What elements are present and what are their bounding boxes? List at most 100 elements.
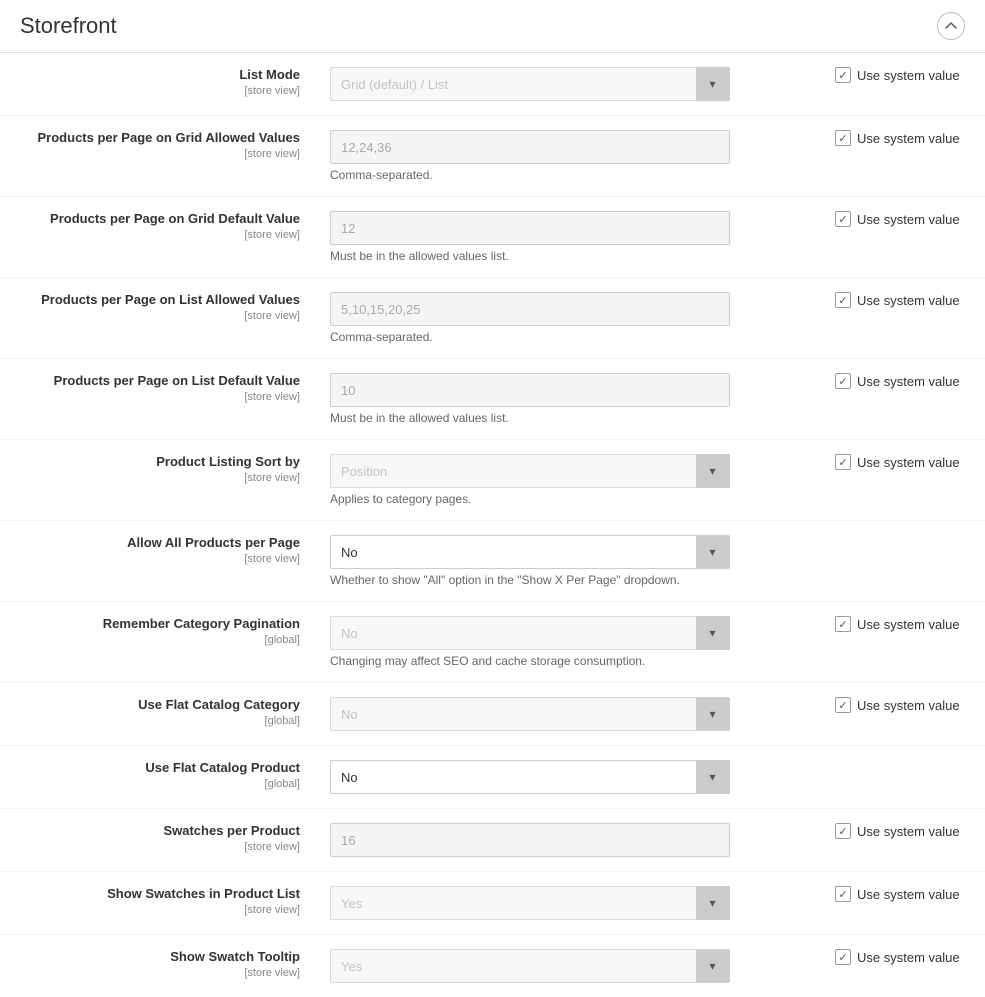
checkbox-products-per-page-list-default[interactable] bbox=[835, 373, 851, 389]
system-value-text-products-per-page-grid-allowed: Use system value bbox=[857, 131, 960, 146]
settings-row-swatches-per-product: Swatches per Product[store view] Use sys… bbox=[0, 809, 985, 872]
system-value-cell-show-swatches-in-product-list: Use system value bbox=[825, 872, 985, 935]
label-cell-product-listing-sort-by: Product Listing Sort by[store view] bbox=[0, 440, 320, 521]
system-value-label-product-listing-sort-by[interactable]: Use system value bbox=[835, 454, 965, 470]
control-cell-product-listing-sort-by: PositionNamePrice ▾ Applies to category … bbox=[320, 440, 825, 521]
label-main-use-flat-catalog-product: Use Flat Catalog Product bbox=[20, 760, 300, 775]
control-cell-products-per-page-list-allowed: Comma-separated. bbox=[320, 278, 825, 359]
label-cell-products-per-page-grid-allowed: Products per Page on Grid Allowed Values… bbox=[0, 116, 320, 197]
label-cell-show-swatches-in-product-list: Show Swatches in Product List [store view… bbox=[0, 872, 320, 935]
select-wrap-show-swatches-in-product-list: YesNo ▾ bbox=[330, 886, 730, 920]
settings-row-remember-category-pagination: Remember Category Pagination [global] NoY… bbox=[0, 602, 985, 683]
label-cell-use-flat-catalog-product: Use Flat Catalog Product[global] bbox=[0, 746, 320, 809]
label-scope-show-swatches-in-product-list: [store view] bbox=[244, 904, 300, 916]
system-value-text-list-mode: Use system value bbox=[857, 68, 960, 83]
system-value-label-remember-category-pagination[interactable]: Use system value bbox=[835, 616, 965, 632]
label-main-products-per-page-list-default: Products per Page on List Default Value bbox=[20, 373, 300, 388]
label-cell-products-per-page-grid-default: Products per Page on Grid Default Value[… bbox=[0, 197, 320, 278]
label-cell-use-flat-catalog-category: Use Flat Catalog Category[global] bbox=[0, 683, 320, 746]
system-value-text-use-flat-catalog-category: Use system value bbox=[857, 698, 960, 713]
settings-row-use-flat-catalog-category: Use Flat Catalog Category[global] NoYes … bbox=[0, 683, 985, 746]
label-scope-products-per-page-list-allowed: [store view] bbox=[244, 310, 300, 322]
hint-products-per-page-grid-allowed: Comma-separated. bbox=[330, 168, 815, 182]
label-cell-swatches-per-product: Swatches per Product[store view] bbox=[0, 809, 320, 872]
system-value-label-show-swatch-tooltip[interactable]: Use system value bbox=[835, 949, 965, 965]
hint-allow-all-products-per-page: Whether to show "All" option in the "Sho… bbox=[330, 573, 815, 587]
input-products-per-page-list-allowed bbox=[330, 292, 730, 326]
settings-row-products-per-page-grid-allowed: Products per Page on Grid Allowed Values… bbox=[0, 116, 985, 197]
select-use-flat-catalog-category: NoYes bbox=[330, 697, 730, 731]
control-cell-swatches-per-product bbox=[320, 809, 825, 872]
hint-products-per-page-grid-default: Must be in the allowed values list. bbox=[330, 249, 815, 263]
hint-products-per-page-list-allowed: Comma-separated. bbox=[330, 330, 815, 344]
system-value-label-products-per-page-grid-allowed[interactable]: Use system value bbox=[835, 130, 965, 146]
control-cell-use-flat-catalog-category: NoYes ▾ bbox=[320, 683, 825, 746]
select-show-swatches-in-product-list: YesNo bbox=[330, 886, 730, 920]
checkbox-list-mode[interactable] bbox=[835, 67, 851, 83]
settings-row-product-listing-sort-by: Product Listing Sort by[store view] Posi… bbox=[0, 440, 985, 521]
system-value-cell-use-flat-catalog-product bbox=[825, 746, 985, 809]
input-products-per-page-grid-default bbox=[330, 211, 730, 245]
system-value-cell-product-listing-sort-by: Use system value bbox=[825, 440, 985, 521]
page-title: Storefront bbox=[20, 13, 117, 39]
label-main-list-mode: List Mode bbox=[20, 67, 300, 82]
checkbox-use-flat-catalog-category[interactable] bbox=[835, 697, 851, 713]
label-cell-products-per-page-list-default: Products per Page on List Default Value[… bbox=[0, 359, 320, 440]
label-scope-remember-category-pagination: [global] bbox=[265, 634, 300, 646]
select-use-flat-catalog-product[interactable]: NoYes bbox=[330, 760, 730, 794]
settings-row-show-swatches-in-product-list: Show Swatches in Product List [store view… bbox=[0, 872, 985, 935]
system-value-label-products-per-page-grid-default[interactable]: Use system value bbox=[835, 211, 965, 227]
select-allow-all-products-per-page[interactable]: NoYes bbox=[330, 535, 730, 569]
checkbox-products-per-page-grid-default[interactable] bbox=[835, 211, 851, 227]
settings-row-products-per-page-grid-default: Products per Page on Grid Default Value[… bbox=[0, 197, 985, 278]
checkbox-product-listing-sort-by[interactable] bbox=[835, 454, 851, 470]
label-main-allow-all-products-per-page: Allow All Products per Page bbox=[20, 535, 300, 550]
checkbox-swatches-per-product[interactable] bbox=[835, 823, 851, 839]
control-cell-show-swatches-in-product-list: YesNo ▾ bbox=[320, 872, 825, 935]
label-main-products-per-page-grid-default: Products per Page on Grid Default Value bbox=[20, 211, 300, 226]
checkbox-products-per-page-list-allowed[interactable] bbox=[835, 292, 851, 308]
select-wrap-remember-category-pagination: NoYes ▾ bbox=[330, 616, 730, 650]
checkbox-products-per-page-grid-allowed[interactable] bbox=[835, 130, 851, 146]
control-cell-products-per-page-list-default: Must be in the allowed values list. bbox=[320, 359, 825, 440]
label-cell-allow-all-products-per-page: Allow All Products per Page[store view] bbox=[0, 521, 320, 602]
hint-product-listing-sort-by: Applies to category pages. bbox=[330, 492, 815, 506]
system-value-label-swatches-per-product[interactable]: Use system value bbox=[835, 823, 965, 839]
system-value-text-products-per-page-list-allowed: Use system value bbox=[857, 293, 960, 308]
settings-row-allow-all-products-per-page: Allow All Products per Page[store view] … bbox=[0, 521, 985, 602]
checkbox-remember-category-pagination[interactable] bbox=[835, 616, 851, 632]
input-products-per-page-list-default bbox=[330, 373, 730, 407]
page-header: Storefront bbox=[0, 0, 985, 53]
label-main-remember-category-pagination: Remember Category Pagination bbox=[20, 616, 300, 631]
system-value-cell-allow-all-products-per-page bbox=[825, 521, 985, 602]
system-value-cell-use-flat-catalog-category: Use system value bbox=[825, 683, 985, 746]
system-value-label-products-per-page-list-allowed[interactable]: Use system value bbox=[835, 292, 965, 308]
checkbox-show-swatch-tooltip[interactable] bbox=[835, 949, 851, 965]
hint-products-per-page-list-default: Must be in the allowed values list. bbox=[330, 411, 815, 425]
label-main-show-swatches-in-product-list: Show Swatches in Product List bbox=[20, 886, 300, 901]
system-value-cell-swatches-per-product: Use system value bbox=[825, 809, 985, 872]
select-wrap-use-flat-catalog-category: NoYes ▾ bbox=[330, 697, 730, 731]
system-value-text-show-swatch-tooltip: Use system value bbox=[857, 950, 960, 965]
system-value-text-product-listing-sort-by: Use system value bbox=[857, 455, 960, 470]
control-cell-products-per-page-grid-allowed: Comma-separated. bbox=[320, 116, 825, 197]
control-cell-allow-all-products-per-page: NoYes ▾ Whether to show "All" option in … bbox=[320, 521, 825, 602]
select-wrap-show-swatch-tooltip: YesNo ▾ bbox=[330, 949, 730, 983]
collapse-button[interactable] bbox=[937, 12, 965, 40]
label-scope-use-flat-catalog-category: [global] bbox=[265, 715, 300, 727]
system-value-label-products-per-page-list-default[interactable]: Use system value bbox=[835, 373, 965, 389]
select-show-swatch-tooltip: YesNo bbox=[330, 949, 730, 983]
system-value-label-list-mode[interactable]: Use system value bbox=[835, 67, 965, 83]
system-value-label-show-swatches-in-product-list[interactable]: Use system value bbox=[835, 886, 965, 902]
system-value-cell-list-mode: Use system value bbox=[825, 53, 985, 116]
settings-row-products-per-page-list-allowed: Products per Page on List Allowed Values… bbox=[0, 278, 985, 359]
system-value-label-use-flat-catalog-category[interactable]: Use system value bbox=[835, 697, 965, 713]
system-value-text-products-per-page-grid-default: Use system value bbox=[857, 212, 960, 227]
settings-row-list-mode: List Mode[store view] Grid (default) / L… bbox=[0, 53, 985, 116]
label-scope-list-mode: [store view] bbox=[244, 85, 300, 97]
checkbox-show-swatches-in-product-list[interactable] bbox=[835, 886, 851, 902]
label-scope-show-swatch-tooltip: [store view] bbox=[244, 967, 300, 979]
label-cell-products-per-page-list-allowed: Products per Page on List Allowed Values… bbox=[0, 278, 320, 359]
system-value-cell-products-per-page-grid-default: Use system value bbox=[825, 197, 985, 278]
system-value-text-remember-category-pagination: Use system value bbox=[857, 617, 960, 632]
